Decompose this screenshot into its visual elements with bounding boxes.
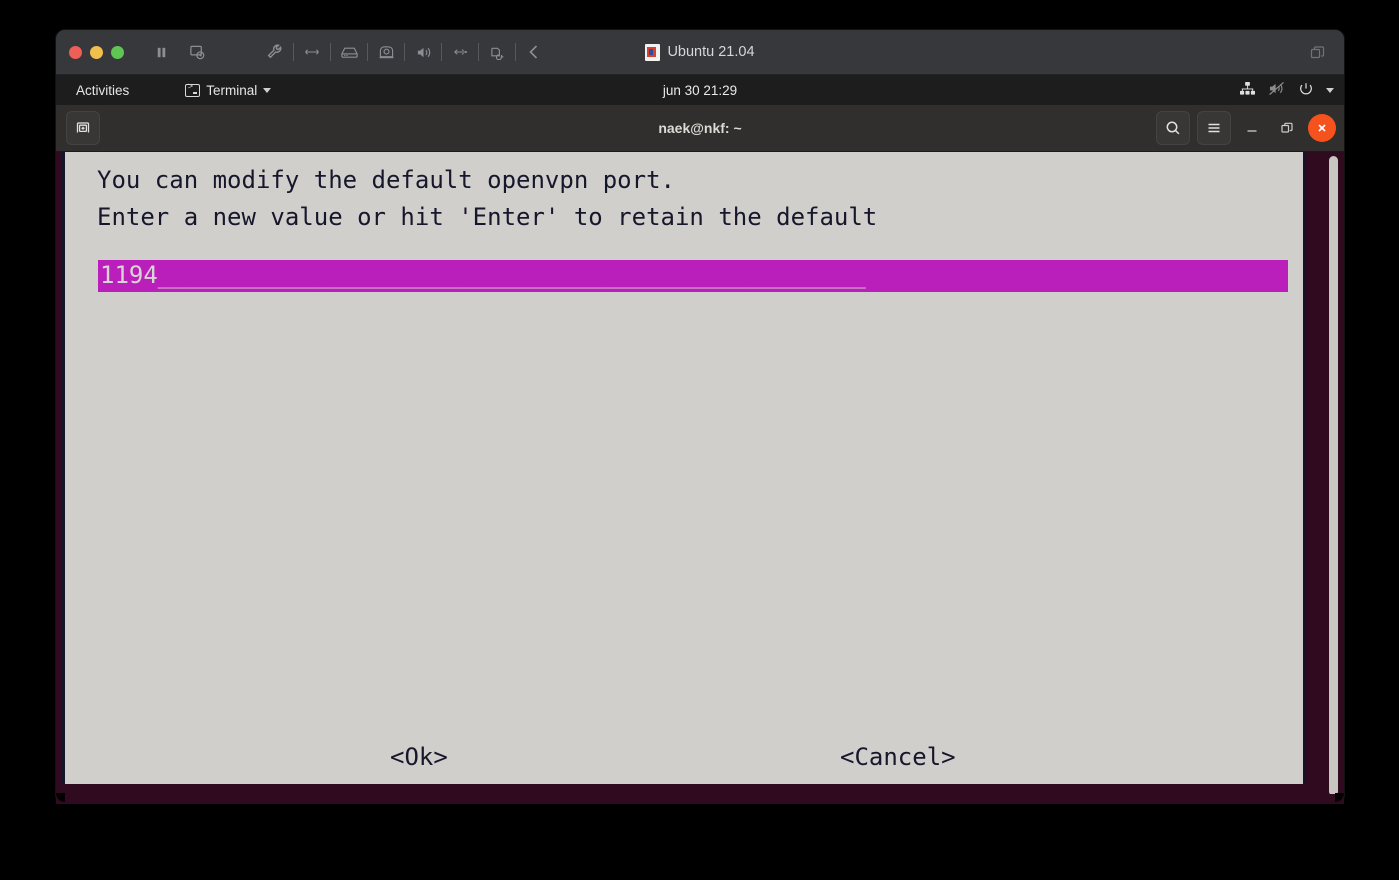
window-minimize-button[interactable] bbox=[90, 45, 103, 59]
terminal-icon bbox=[185, 82, 201, 97]
sound-icon[interactable] bbox=[410, 39, 436, 65]
restore-icon[interactable] bbox=[1273, 114, 1301, 142]
vm-toolbar-device-group bbox=[262, 39, 547, 65]
whiptail-dialog: You can modify the default openvpn port.… bbox=[62, 152, 1306, 784]
vm-toolbar: Ubuntu 21.04 bbox=[56, 30, 1344, 75]
back-chevron-icon[interactable] bbox=[521, 39, 547, 65]
pause-icon[interactable] bbox=[148, 39, 174, 65]
panel-status-area[interactable] bbox=[1239, 81, 1334, 100]
vm-toolbar-left-group bbox=[148, 39, 210, 65]
terminal-body[interactable]: You can modify the default openvpn port.… bbox=[56, 152, 1344, 804]
close-icon[interactable] bbox=[1308, 114, 1336, 142]
network-icon[interactable] bbox=[299, 39, 325, 65]
app-menu-terminal[interactable]: Terminal bbox=[179, 81, 277, 100]
window-close-button[interactable] bbox=[69, 45, 82, 59]
toolbar-separator bbox=[515, 43, 516, 61]
traffic-light-group bbox=[69, 45, 124, 59]
cancel-button[interactable]: <Cancel> bbox=[840, 738, 956, 776]
terminal-window-title: naek@nkf: ~ bbox=[658, 120, 742, 136]
terminal-scrollbar-thumb[interactable] bbox=[1329, 156, 1338, 796]
port-input-value: 1194 bbox=[100, 261, 158, 289]
volume-muted-icon bbox=[1268, 81, 1286, 99]
power-icon bbox=[1298, 81, 1314, 100]
settings-wrench-icon[interactable] bbox=[262, 39, 288, 65]
dialog-line-2: Enter a new value or hit 'Enter' to reta… bbox=[97, 203, 878, 231]
minimize-icon[interactable] bbox=[1238, 114, 1266, 142]
port-input-field[interactable]: ________________________________________… bbox=[98, 260, 1288, 292]
window-maximize-button[interactable] bbox=[111, 45, 124, 59]
hamburger-menu-icon[interactable] bbox=[1197, 111, 1231, 145]
usb-icon[interactable] bbox=[447, 39, 473, 65]
restore-window-icon[interactable] bbox=[1308, 43, 1328, 63]
harddisk-icon[interactable] bbox=[336, 39, 362, 65]
chevron-down-icon bbox=[1326, 87, 1334, 93]
new-tab-icon[interactable] bbox=[66, 111, 100, 145]
app-menu-label: Terminal bbox=[206, 82, 258, 98]
dialog-line-1: You can modify the default openvpn port. bbox=[97, 166, 675, 194]
toolbar-separator bbox=[478, 43, 479, 61]
gnome-top-panel: Activities Terminal jun 30 21:29 bbox=[56, 75, 1344, 105]
toolbar-separator bbox=[404, 43, 405, 61]
input-underscore-fill: ________________________________________… bbox=[100, 261, 866, 289]
toolbar-separator bbox=[330, 43, 331, 61]
toolbar-separator bbox=[293, 43, 294, 61]
search-icon[interactable] bbox=[1156, 111, 1190, 145]
headerbar-right-controls bbox=[1156, 111, 1336, 145]
vm-window: Ubuntu 21.04 Activities Terminal jun 30 … bbox=[56, 30, 1344, 804]
dialog-message: You can modify the default openvpn port.… bbox=[65, 152, 1303, 236]
network-wired-icon bbox=[1239, 81, 1256, 99]
terminal-headerbar: naek@nkf: ~ bbox=[56, 105, 1344, 152]
dialog-button-row: <Ok> <Cancel> bbox=[65, 738, 1303, 776]
port-input-row[interactable]: ________________________________________… bbox=[98, 260, 1288, 292]
terminal-scrollbar[interactable] bbox=[1329, 156, 1338, 800]
camera-icon[interactable] bbox=[373, 39, 399, 65]
vm-title-label: Ubuntu 21.04 bbox=[667, 44, 755, 60]
activities-button[interactable]: Activities bbox=[68, 81, 137, 100]
toolbar-separator bbox=[367, 43, 368, 61]
ok-button[interactable]: <Ok> bbox=[390, 738, 448, 776]
printer-icon[interactable] bbox=[484, 39, 510, 65]
vm-window-title: Ubuntu 21.04 bbox=[56, 43, 1344, 61]
vm-document-icon bbox=[645, 43, 661, 61]
snapshot-icon[interactable] bbox=[184, 39, 210, 65]
chevron-down-icon bbox=[263, 87, 272, 93]
window-bottom-edge bbox=[56, 794, 1344, 802]
toolbar-separator bbox=[441, 43, 442, 61]
